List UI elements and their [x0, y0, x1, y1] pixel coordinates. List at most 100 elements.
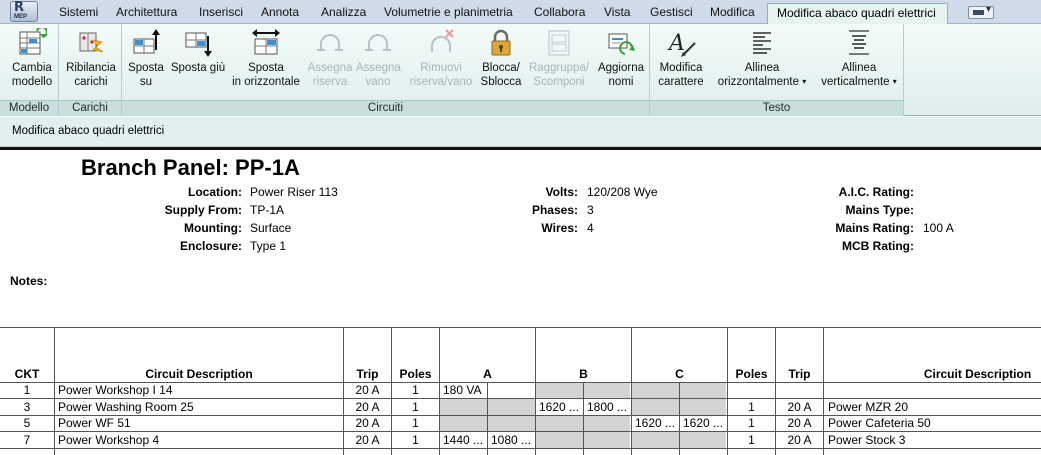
field-label-wires: Wires:: [541, 221, 578, 235]
table-cell-description-right[interactable]: Power Cafeteria 50: [828, 415, 1040, 431]
panel-title-testo: Testo: [650, 100, 903, 116]
remove-spare-space-button[interactable]: Rimuovi riserva/vano: [406, 26, 476, 89]
field-value-volts: 120/208 Wye: [587, 185, 658, 199]
align-horizontal-icon: [747, 26, 777, 60]
header-phase-a: A: [483, 367, 492, 381]
lock-unlock-button[interactable]: Blocca/ Sblocca: [478, 26, 524, 89]
field-value-wires: 4: [587, 221, 594, 235]
header-circuit-description-right: Circuit Description: [923, 367, 1032, 381]
remove-spare-icon: [426, 26, 456, 60]
assign-spare-button[interactable]: Assegna riserva: [306, 26, 354, 89]
table-cell-trip-right[interactable]: 20 A: [776, 432, 823, 448]
move-down-button[interactable]: Sposta giù: [168, 26, 228, 75]
tab-collabora[interactable]: Collabora: [534, 5, 585, 19]
rebalance-loads-button[interactable]: Ribilancia carichi: [65, 26, 117, 89]
table-cell-trip-right[interactable]: 20 A: [776, 399, 823, 415]
table-cell-phase-b2[interactable]: 1800 ...: [587, 399, 631, 415]
circuit-table: CKT Circuit Description Trip Poles A B C…: [0, 327, 1041, 455]
table-cell-trip[interactable]: 20 A: [344, 415, 391, 431]
tab-vista[interactable]: Vista: [604, 5, 630, 19]
chevron-down-icon: ▾: [802, 77, 807, 86]
table-cell-description[interactable]: Power WF 51: [58, 415, 342, 431]
table-cell-phase-b1[interactable]: 1620 ...: [539, 399, 583, 415]
table-cell-ckt[interactable]: 7: [0, 432, 54, 448]
table-col-rule: [823, 327, 824, 455]
table-cell-description-right[interactable]: [828, 382, 1040, 398]
move-horizontal-button[interactable]: Sposta in orizzontale: [230, 26, 302, 89]
table-cell-ckt[interactable]: 3: [0, 399, 54, 415]
table-cell-phase-c1[interactable]: 1620 ...: [635, 415, 679, 431]
table-col-rule: [439, 327, 440, 455]
tab-architettura[interactable]: Architettura: [116, 5, 177, 19]
table-cell-phase-a1[interactable]: 1440 ...: [443, 432, 487, 448]
table-cell-description[interactable]: Power Workshop I 14: [58, 382, 342, 398]
empty-cell: [536, 432, 583, 448]
table-cell-description-right[interactable]: Power MZR 20: [828, 399, 1040, 415]
modify-font-button[interactable]: A Modifica carattere: [654, 26, 708, 89]
align-vertical-button[interactable]: Allinea verticalmente ▾: [816, 26, 902, 90]
ribbon-minimize-icon[interactable]: [968, 4, 994, 19]
empty-cell: [584, 383, 630, 398]
empty-cell: [632, 432, 679, 448]
tab-volumetrie[interactable]: Volumetrie e planimetria: [384, 5, 513, 19]
header-phase-c: C: [675, 367, 684, 381]
application-button[interactable]: R MEP: [0, 0, 50, 24]
table-cell-poles[interactable]: 1: [392, 415, 439, 431]
table-cell-phase-a1[interactable]: 180 VA: [443, 382, 487, 398]
tab-sistemi[interactable]: Sistemi: [59, 5, 98, 19]
table-cell-phase-a2[interactable]: [491, 382, 535, 398]
assign-space-icon: [363, 26, 393, 60]
table-cell-poles[interactable]: 1: [392, 382, 439, 398]
header-poles-right: Poles: [735, 367, 768, 381]
table-cell-trip[interactable]: 20 A: [344, 432, 391, 448]
table-cell-description-right[interactable]: Power Stock 3: [828, 432, 1040, 448]
empty-cell: [440, 416, 487, 431]
table-cell-description[interactable]: Power Washing Room 25: [58, 399, 342, 415]
font-icon: A: [666, 26, 696, 60]
ribbon-panel-modello: Cambia modello Modello: [0, 24, 59, 116]
rebalance-icon: [76, 26, 106, 60]
align-horizontal-button[interactable]: Allinea orizzontalmente ▾: [714, 26, 810, 90]
table-col-rule: [631, 327, 632, 455]
table-cell-poles[interactable]: 1: [392, 399, 439, 415]
table-cell-trip[interactable]: 20 A: [344, 382, 391, 398]
tab-analizza[interactable]: Analizza: [321, 5, 366, 19]
revit-mep-logo-icon: R MEP: [10, 0, 38, 22]
field-label-aic-rating: A.I.C. Rating:: [838, 185, 914, 199]
move-up-button[interactable]: Sposta su: [126, 26, 166, 89]
table-cell-poles-right[interactable]: [728, 382, 775, 398]
tab-annota[interactable]: Annota: [261, 5, 299, 19]
table-rule: [0, 448, 1041, 449]
table-cell-description[interactable]: Power Workshop 4: [58, 432, 342, 448]
assign-space-button[interactable]: Assegna vano: [356, 26, 401, 89]
table-cell-ckt[interactable]: 1: [0, 382, 54, 398]
table-cell-trip-right[interactable]: [776, 382, 823, 398]
change-model-button[interactable]: Cambia modello: [8, 26, 56, 89]
field-value-mounting: Surface: [250, 221, 292, 235]
ribbon-panel-testo: A Modifica carattere Allinea orizzontalm…: [650, 24, 904, 116]
table-cell-poles-right[interactable]: 1: [728, 415, 775, 431]
table-cell-phase-c2[interactable]: 1620 ...: [683, 415, 727, 431]
tab-modifica[interactable]: Modifica: [710, 5, 755, 19]
tab-modifica-abaco[interactable]: Modifica abaco quadri elettrici: [767, 3, 948, 25]
field-value-location: Power Riser 113: [250, 185, 338, 199]
field-label-enclosure: Enclosure:: [179, 239, 242, 253]
move-up-icon: [131, 26, 161, 60]
table-cell-poles-right[interactable]: 1: [728, 432, 775, 448]
update-names-button[interactable]: Aggiorna nomi: [594, 26, 648, 89]
tab-gestisci[interactable]: Gestisci: [650, 5, 693, 19]
table-cell-poles-right[interactable]: 1: [728, 399, 775, 415]
empty-cell: [536, 416, 583, 431]
group-ungroup-button[interactable]: Raggruppa/ Scomponi: [526, 26, 592, 89]
empty-cell: [536, 383, 583, 398]
field-label-mains-type: Mains Type:: [845, 203, 914, 217]
tab-inserisci[interactable]: Inserisci: [199, 5, 243, 19]
table-col-rule: [535, 327, 536, 455]
table-cell-trip[interactable]: 20 A: [344, 399, 391, 415]
table-cell-phase-a2[interactable]: 1080 ...: [491, 432, 535, 448]
table-cell-trip-right[interactable]: 20 A: [776, 415, 823, 431]
table-cell-poles[interactable]: 1: [392, 432, 439, 448]
update-names-icon: [606, 26, 636, 60]
table-cell-ckt[interactable]: 5: [0, 415, 54, 431]
field-value-phases: 3: [587, 203, 594, 217]
